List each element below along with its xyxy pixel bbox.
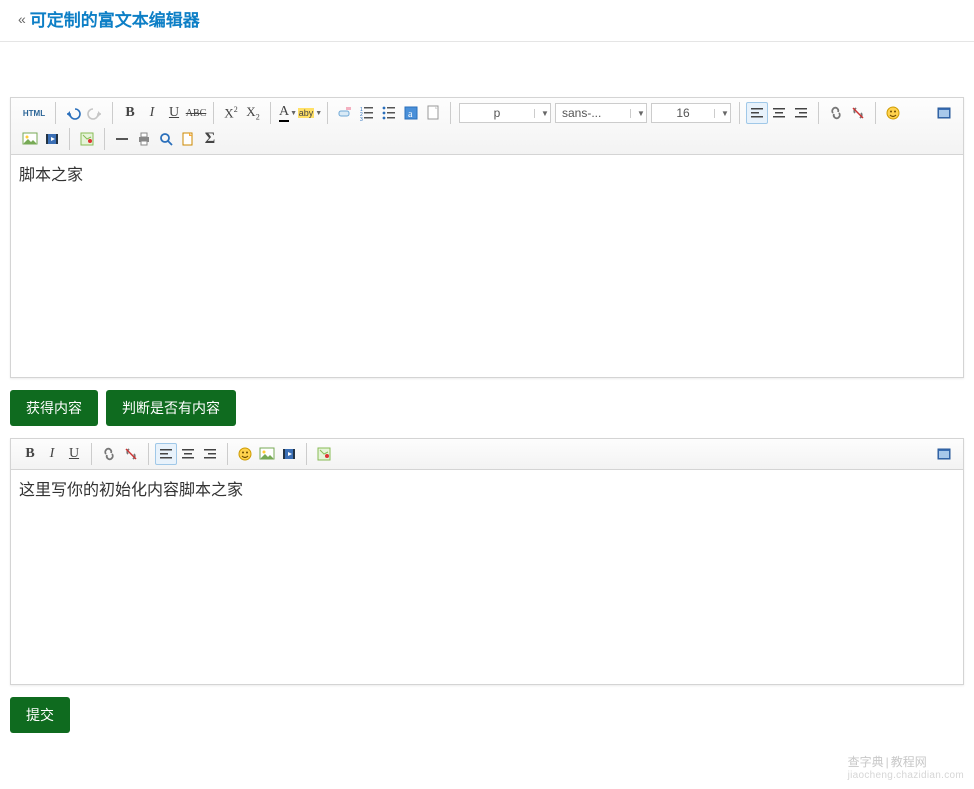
selectall-button[interactable]: a xyxy=(400,102,422,124)
action-row-1: 获得内容 判断是否有内容 xyxy=(10,390,964,426)
video-button[interactable] xyxy=(278,443,300,465)
redo-button[interactable] xyxy=(84,102,106,124)
separator xyxy=(91,443,92,465)
emotion-button[interactable] xyxy=(234,443,256,465)
separator xyxy=(227,443,228,465)
justifyleft-button[interactable] xyxy=(155,443,177,465)
page-header: « 可定制的富文本编辑器 xyxy=(0,0,974,42)
italic-button[interactable]: I xyxy=(41,443,63,465)
editor-1: HTML B I U ABC X2 X2 A▼ aby▼ 123 a xyxy=(10,97,964,378)
removeformat-button[interactable] xyxy=(334,102,356,124)
editor-2-content[interactable]: 这里写你的初始化内容脚本之家 xyxy=(11,470,963,684)
has-content-button[interactable]: 判断是否有内容 xyxy=(106,390,236,426)
unlink-button[interactable] xyxy=(120,443,142,465)
fullscreen-button[interactable] xyxy=(933,443,955,465)
svg-text:a: a xyxy=(408,109,413,120)
link-button[interactable] xyxy=(98,443,120,465)
editor-2: B I U 这里写你的初始化内容脚本之家 xyxy=(10,438,964,685)
map-button[interactable] xyxy=(313,443,335,465)
justifyright-button[interactable] xyxy=(199,443,221,465)
horizontalrule-button[interactable] xyxy=(111,128,133,150)
separator xyxy=(213,102,214,124)
separator xyxy=(739,102,740,124)
fontfamily-select[interactable]: sans-...▼ xyxy=(555,103,647,123)
separator xyxy=(450,102,451,124)
print-button[interactable] xyxy=(133,128,155,150)
justifyright-button[interactable] xyxy=(790,102,812,124)
superscript-button[interactable]: X2 xyxy=(220,102,242,124)
separator xyxy=(327,102,328,124)
bold-button[interactable]: B xyxy=(119,102,141,124)
watermark-section: 教程网 xyxy=(891,755,927,769)
paragraph-select[interactable]: p▼ xyxy=(459,103,551,123)
editor-1-content[interactable]: 脚本之家 xyxy=(11,155,963,377)
italic-button[interactable]: I xyxy=(141,102,163,124)
fullscreen-button[interactable] xyxy=(933,102,955,124)
separator xyxy=(270,102,271,124)
bold-button[interactable]: B xyxy=(19,443,41,465)
watermark: 查字典|教程网 jiaocheng.chazidian.com xyxy=(848,753,964,781)
svg-text:3: 3 xyxy=(360,117,363,121)
get-content-button[interactable]: 获得内容 xyxy=(10,390,98,426)
action-row-2: 提交 xyxy=(10,697,964,733)
editor-1-toolbar: HTML B I U ABC X2 X2 A▼ aby▼ 123 a xyxy=(11,98,963,155)
fontsize-select[interactable]: 16▼ xyxy=(651,103,731,123)
separator xyxy=(818,102,819,124)
orderedlist-button[interactable]: 123 xyxy=(356,102,378,124)
formula-button[interactable]: Σ xyxy=(199,128,221,150)
watermark-url: jiaocheng.chazidian.com xyxy=(848,770,964,781)
separator xyxy=(69,128,70,150)
back-icon[interactable]: « xyxy=(18,11,26,27)
source-button[interactable]: HTML xyxy=(19,102,49,124)
underline-button[interactable]: U xyxy=(163,102,185,124)
underline-button[interactable]: U xyxy=(63,443,85,465)
strikethrough-button[interactable]: ABC xyxy=(185,102,207,124)
page-title[interactable]: 可定制的富文本编辑器 xyxy=(30,6,200,31)
unlink-button[interactable] xyxy=(847,102,869,124)
drafts-button[interactable] xyxy=(177,128,199,150)
link-button[interactable] xyxy=(825,102,847,124)
unorderedlist-button[interactable] xyxy=(378,102,400,124)
video-button[interactable] xyxy=(41,128,63,150)
separator xyxy=(55,102,56,124)
separator xyxy=(104,128,105,150)
subscript-button[interactable]: X2 xyxy=(242,102,264,124)
submit-button[interactable]: 提交 xyxy=(10,697,70,733)
emotion-button[interactable] xyxy=(882,102,904,124)
separator xyxy=(112,102,113,124)
image-button[interactable] xyxy=(256,443,278,465)
image-button[interactable] xyxy=(19,128,41,150)
undo-button[interactable] xyxy=(62,102,84,124)
backcolor-button[interactable]: aby▼ xyxy=(299,102,321,124)
preview-button[interactable] xyxy=(155,128,177,150)
separator xyxy=(875,102,876,124)
justifycenter-button[interactable] xyxy=(177,443,199,465)
separator xyxy=(306,443,307,465)
justifycenter-button[interactable] xyxy=(768,102,790,124)
cleardoc-button[interactable] xyxy=(422,102,444,124)
separator xyxy=(148,443,149,465)
justifyleft-button[interactable] xyxy=(746,102,768,124)
editor-2-toolbar: B I U xyxy=(11,439,963,470)
forecolor-button[interactable]: A▼ xyxy=(277,102,299,124)
watermark-brand: 查字典 xyxy=(848,755,884,769)
map-button[interactable] xyxy=(76,128,98,150)
